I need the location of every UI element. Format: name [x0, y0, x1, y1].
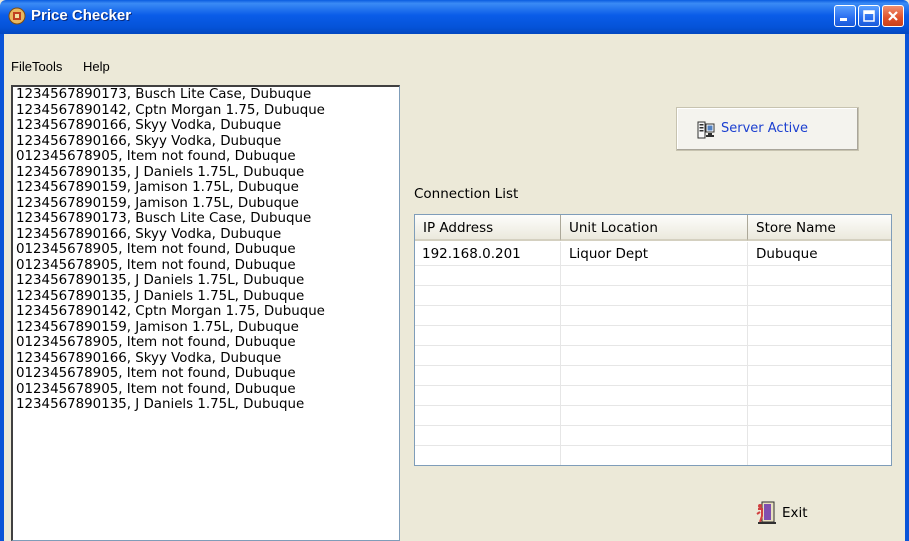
table-row-empty: [415, 366, 891, 386]
log-line[interactable]: 012345678905, Item not found, Dubuque: [13, 149, 399, 165]
minimize-button[interactable]: [834, 5, 856, 27]
table-row-empty: [415, 426, 891, 446]
connection-list-label: Connection List: [414, 186, 519, 202]
price-checker-window: Price Checker File Tools Help 1234567890…: [0, 0, 909, 541]
log-line[interactable]: 1234567890159, Jamison 1.75L, Dubuque: [13, 320, 399, 336]
maximize-icon: [863, 10, 875, 22]
log-line[interactable]: 1234567890173, Busch Lite Case, Dubuque: [13, 87, 399, 103]
menu-bar: File Tools Help: [4, 34, 905, 74]
table-row-empty: [415, 326, 891, 346]
log-line[interactable]: 012345678905, Item not found, Dubuque: [13, 382, 399, 398]
menu-file[interactable]: File: [11, 59, 32, 74]
log-line[interactable]: 1234567890159, Jamison 1.75L, Dubuque: [13, 180, 399, 196]
log-line[interactable]: 1234567890135, J Daniels 1.75L, Dubuque: [13, 273, 399, 289]
log-line[interactable]: 1234567890166, Skyy Vodka, Dubuque: [13, 134, 399, 150]
server-status-label: Server Active: [721, 121, 808, 136]
table-row[interactable]: 192.168.0.201 Liquor Dept Dubuque: [415, 242, 891, 266]
maximize-button[interactable]: [858, 5, 880, 27]
connection-table[interactable]: IP Address Unit Location Store Name 192.…: [414, 214, 892, 466]
window-title: Price Checker: [31, 7, 132, 24]
table-row-empty: [415, 446, 891, 465]
log-line[interactable]: 1234567890142, Cptn Morgan 1.75, Dubuque: [13, 304, 399, 320]
minimize-icon: [840, 18, 847, 21]
column-header-unit-location[interactable]: Unit Location: [561, 215, 748, 241]
log-line[interactable]: 1234567890166, Skyy Vodka, Dubuque: [13, 351, 399, 367]
close-button[interactable]: [882, 5, 904, 27]
log-line[interactable]: 1234567890142, Cptn Morgan 1.75, Dubuque: [13, 103, 399, 119]
log-line[interactable]: 1234567890159, Jamison 1.75L, Dubuque: [13, 196, 399, 212]
window-frame-right: [905, 34, 909, 541]
table-row-empty: [415, 386, 891, 406]
cell-store-name: Dubuque: [756, 246, 818, 262]
log-line[interactable]: 012345678905, Item not found, Dubuque: [13, 242, 399, 258]
server-icon: [697, 121, 715, 139]
log-line[interactable]: 1234567890173, Busch Lite Case, Dubuque: [13, 211, 399, 227]
table-row-empty: [415, 286, 891, 306]
table-row-empty: [415, 346, 891, 366]
table-row-empty: [415, 306, 891, 326]
log-line[interactable]: 1234567890135, J Daniels 1.75L, Dubuque: [13, 165, 399, 181]
cell-ip-address: 192.168.0.201: [422, 246, 521, 262]
table-row-empty: [415, 266, 891, 286]
log-line[interactable]: 012345678905, Item not found, Dubuque: [13, 335, 399, 351]
menu-tools[interactable]: Tools: [32, 59, 62, 74]
window-frame-left: [0, 34, 4, 541]
server-status-button[interactable]: Server Active: [676, 107, 859, 151]
app-icon: [8, 7, 26, 25]
log-line[interactable]: 1234567890166, Skyy Vodka, Dubuque: [13, 227, 399, 243]
column-header-store-name[interactable]: Store Name: [748, 215, 891, 241]
column-header-ip-address[interactable]: IP Address: [415, 215, 561, 241]
log-line[interactable]: 012345678905, Item not found, Dubuque: [13, 258, 399, 274]
close-icon: [888, 11, 898, 21]
table-header: IP Address Unit Location Store Name: [415, 215, 891, 242]
exit-door-icon: [756, 501, 776, 524]
table-row-empty: [415, 406, 891, 426]
cell-unit-location: Liquor Dept: [569, 246, 649, 262]
log-line[interactable]: 012345678905, Item not found, Dubuque: [13, 366, 399, 382]
exit-label: Exit: [782, 505, 808, 521]
exit-button[interactable]: Exit: [756, 500, 836, 526]
title-bar[interactable]: Price Checker: [0, 0, 909, 34]
log-line[interactable]: 1234567890135, J Daniels 1.75L, Dubuque: [13, 397, 399, 413]
log-line[interactable]: 1234567890166, Skyy Vodka, Dubuque: [13, 118, 399, 134]
menu-help[interactable]: Help: [83, 59, 110, 74]
log-line[interactable]: 1234567890135, J Daniels 1.75L, Dubuque: [13, 289, 399, 305]
scan-log-list[interactable]: 1234567890173, Busch Lite Case, Dubuque …: [11, 85, 400, 541]
